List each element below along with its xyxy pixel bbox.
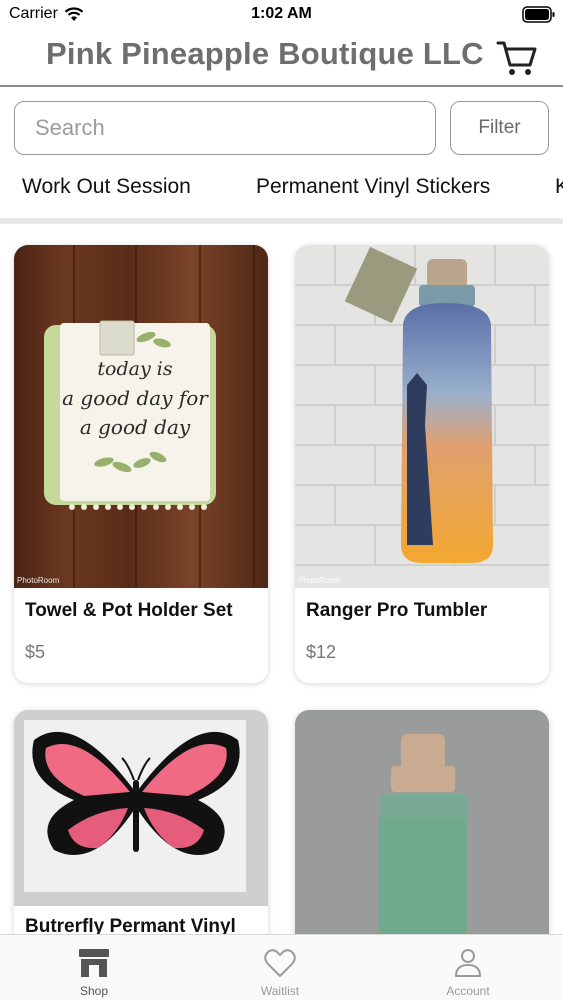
watermark: PhotoRoom <box>17 576 60 585</box>
person-icon <box>454 949 482 977</box>
filter-button[interactable]: Filter <box>450 101 549 155</box>
status-bar: Carrier 1:02 AM <box>0 0 563 30</box>
product-card[interactable]: today is a good day for a good day Photo… <box>14 245 268 683</box>
product-card[interactable]: Butrerfly Permant Vinyl <box>14 710 268 934</box>
search-input[interactable] <box>15 102 435 154</box>
product-name: Towel & Pot Holder Set <box>25 600 233 621</box>
search-box <box>14 101 436 155</box>
watermark: PhotoRoom <box>298 576 341 585</box>
tab-waitlist[interactable]: Waitlist <box>230 935 330 1000</box>
product-image <box>14 710 268 906</box>
category-partial[interactable]: K <box>555 175 563 199</box>
heart-icon <box>264 949 296 978</box>
clock: 1:02 AM <box>251 5 312 22</box>
svg-text:today is: today is <box>97 358 172 380</box>
svg-text:a good day: a good day <box>80 415 191 439</box>
product-name: Butrerfly Permant Vinyl <box>25 916 236 934</box>
product-price: $12 <box>306 642 337 662</box>
tab-label: Account <box>446 984 490 998</box>
battery-icon <box>522 6 555 23</box>
product-price: $5 <box>25 642 46 662</box>
category-permanent-vinyl-stickers[interactable]: Permanent Vinyl Stickers <box>256 175 490 199</box>
shopping-cart-icon[interactable] <box>496 39 538 77</box>
product-grid[interactable]: today is a good day for a good day Photo… <box>0 224 563 934</box>
product-card[interactable]: PhotoRoom Ranger Pro Tumbler $12 <box>295 245 549 683</box>
product-card[interactable] <box>295 710 549 934</box>
tab-shop[interactable]: Shop <box>44 935 144 1000</box>
tab-label: Shop <box>79 984 109 998</box>
tab-label: Waitlist <box>260 984 300 998</box>
tab-bar: Shop Waitlist Account <box>0 934 563 1000</box>
product-image: today is a good day for a good day Photo… <box>14 245 268 588</box>
category-work-out-session[interactable]: Work Out Session <box>22 175 191 199</box>
store-icon <box>79 949 109 977</box>
store-title: Pink Pineapple Boutique LLC <box>46 36 484 71</box>
product-image <box>295 710 549 934</box>
tab-account[interactable]: Account <box>418 935 518 1000</box>
app-header: Pink Pineapple Boutique LLC <box>0 30 563 87</box>
svg-text:a good day for: a good day for <box>62 386 209 410</box>
product-name: Ranger Pro Tumbler <box>306 600 488 621</box>
product-image: PhotoRoom <box>295 245 549 588</box>
category-scroller[interactable]: Work Out Session Permanent Vinyl Sticker… <box>0 168 563 208</box>
